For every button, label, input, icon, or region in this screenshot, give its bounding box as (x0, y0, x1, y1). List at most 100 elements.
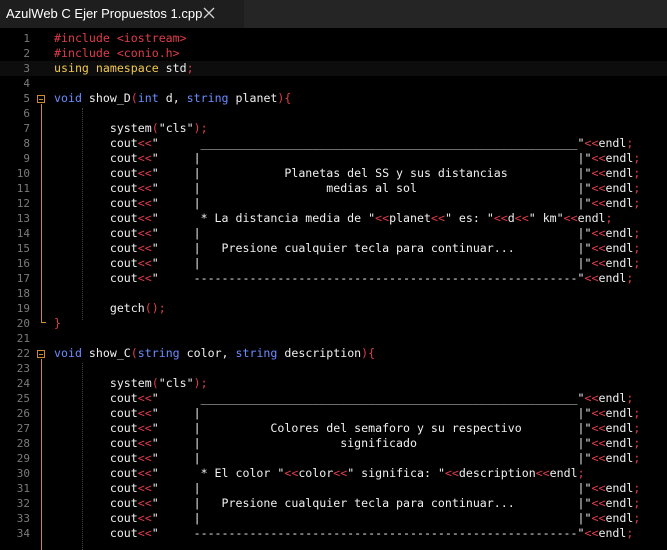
code-token: () (144, 301, 159, 315)
code-token: cout (54, 211, 138, 225)
close-icon[interactable] (201, 5, 217, 21)
code-token: description (458, 466, 536, 480)
code-line[interactable]: 27 cout<<" | Colores del semaforo y su r… (0, 421, 667, 436)
code-line[interactable]: 19 getch(); (0, 301, 667, 316)
code-token: " | medias al sol |" (151, 181, 592, 195)
code-text: #include <conio.h> (54, 46, 180, 61)
code-line[interactable]: 26 cout<<" | |"<<endl; (0, 406, 667, 421)
fold-end-marker (41, 322, 46, 323)
code-token: endl (605, 421, 634, 435)
code-line[interactable]: 1 #include <iostream> (0, 31, 667, 46)
code-text: void show_D(int d, string planet){ (54, 91, 291, 106)
code-token: string (137, 346, 180, 360)
code-line[interactable]: 29 cout<<" | |"<<endl; (0, 451, 667, 466)
code-text: cout<<" | |"<<endl; (54, 226, 641, 241)
code-line[interactable]: 6 (0, 106, 667, 121)
code-token: ; (633, 241, 641, 255)
code-text: cout<<" | Presione cualquier tecla para … (54, 496, 641, 511)
code-token: cout (54, 136, 138, 150)
code-token: cout (54, 436, 138, 450)
code-token: ; (633, 451, 641, 465)
code-token: cout (54, 181, 138, 195)
code-line[interactable]: 13 cout<<" * La distancia media de "<<pl… (0, 211, 667, 226)
line-number: 8 (23, 137, 30, 150)
line-number: 10 (16, 167, 30, 180)
code-text: cout<<" ________________________________… (54, 136, 634, 151)
line-number: 23 (16, 362, 30, 375)
line-number: 6 (23, 107, 30, 120)
code-line[interactable]: 28 cout<<" | significado |"<<endl; (0, 436, 667, 451)
code-token: endl (605, 436, 634, 450)
code-text: cout<<" | Presione cualquier tecla para … (54, 241, 641, 256)
code-token: << (493, 211, 508, 225)
code-token: ; (186, 61, 194, 75)
code-line[interactable]: 23 (0, 361, 667, 376)
code-token: << (563, 211, 578, 225)
fold-toggle-icon[interactable] (37, 95, 45, 103)
code-token: << (591, 436, 606, 450)
code-token: ; (633, 256, 641, 270)
code-token: cout (54, 451, 138, 465)
code-token: << (591, 166, 606, 180)
code-line[interactable]: 34 cout<<" -----------------------------… (0, 526, 667, 541)
line-number: 11 (16, 182, 30, 195)
code-line[interactable]: 25 cout<<" _____________________________… (0, 391, 667, 406)
code-line[interactable]: 2 #include <conio.h> (0, 46, 667, 61)
code-token: ; (633, 196, 641, 210)
code-token: << (137, 406, 152, 420)
code-line[interactable]: 30 cout<<" * El color "<<color<<" signif… (0, 466, 667, 481)
code-line[interactable]: 31 cout<<" | |"<<endl; (0, 481, 667, 496)
code-token: << (137, 496, 152, 510)
code-line[interactable]: 32 cout<<" | Presione cualquier tecla pa… (0, 496, 667, 511)
code-line[interactable]: 12 cout<<" | |"<<endl; (0, 196, 667, 211)
code-token: << (584, 136, 599, 150)
code-line[interactable]: 5 void show_D(int d, string planet){ (0, 91, 667, 106)
code-token: " ______________________________________… (151, 391, 585, 405)
line-number: 21 (16, 332, 30, 345)
code-line[interactable]: 7 system("cls"); (0, 121, 667, 136)
line-number: 9 (23, 152, 30, 165)
code-token: " * La distancia media de " (151, 211, 376, 225)
code-token: color (298, 466, 334, 480)
code-token: << (375, 211, 390, 225)
code-token: << (284, 466, 299, 480)
code-token: ; (577, 466, 585, 480)
code-line[interactable]: 21 (0, 331, 667, 346)
code-line[interactable]: 24 system("cls"); (0, 376, 667, 391)
line-number: 3 (23, 62, 30, 75)
code-line[interactable]: 17 cout<<" -----------------------------… (0, 271, 667, 286)
code-line[interactable]: 8 cout<<" ______________________________… (0, 136, 667, 151)
code-line[interactable]: 22 void show_C(string color, string descr… (0, 346, 667, 361)
code-line[interactable]: 3 using namespace std; (0, 61, 667, 76)
code-line[interactable]: 18 (0, 286, 667, 301)
code-token: << (137, 271, 152, 285)
tab-file[interactable]: AzulWeb C Ejer Propuestos 1.cpp (0, 0, 244, 28)
line-number: 1 (23, 32, 30, 45)
code-token: << (137, 481, 152, 495)
code-token: << (137, 526, 152, 540)
code-token: << (591, 451, 606, 465)
code-line[interactable]: 20} (0, 316, 667, 331)
code-line[interactable]: 16 cout<<" | |"<<endl; (0, 256, 667, 271)
code-editor[interactable]: 1 #include <iostream> 2 #include <conio.h> 3… (0, 28, 667, 550)
code-line[interactable]: 10 cout<<" | Planetas del SS y sus dista… (0, 166, 667, 181)
line-number: 2 (23, 47, 30, 60)
code-token: endl (605, 496, 634, 510)
code-text: cout<<" | |"<<endl; (54, 406, 641, 421)
code-text: cout<<" | |"<<endl; (54, 451, 641, 466)
line-number: 20 (16, 317, 30, 330)
code-token: << (137, 136, 152, 150)
fold-range-line (41, 104, 42, 322)
code-line[interactable]: 11 cout<<" | medias al sol |"<<endl; (0, 181, 667, 196)
code-token: << (591, 241, 606, 255)
code-line[interactable]: 15 cout<<" | Presione cualquier tecla pa… (0, 241, 667, 256)
fold-toggle-icon[interactable] (37, 350, 45, 358)
code-token: << (444, 466, 459, 480)
code-line[interactable]: 33 cout<<" | |"<<endl; (0, 511, 667, 526)
code-line[interactable]: 14 cout<<" | |"<<endl; (0, 226, 667, 241)
code-token: ; (633, 226, 641, 240)
code-token: " ______________________________________… (151, 136, 585, 150)
code-line[interactable]: 4 (0, 76, 667, 91)
code-line[interactable]: 9 cout<<" | |"<<endl; (0, 151, 667, 166)
code-token: << (137, 241, 152, 255)
